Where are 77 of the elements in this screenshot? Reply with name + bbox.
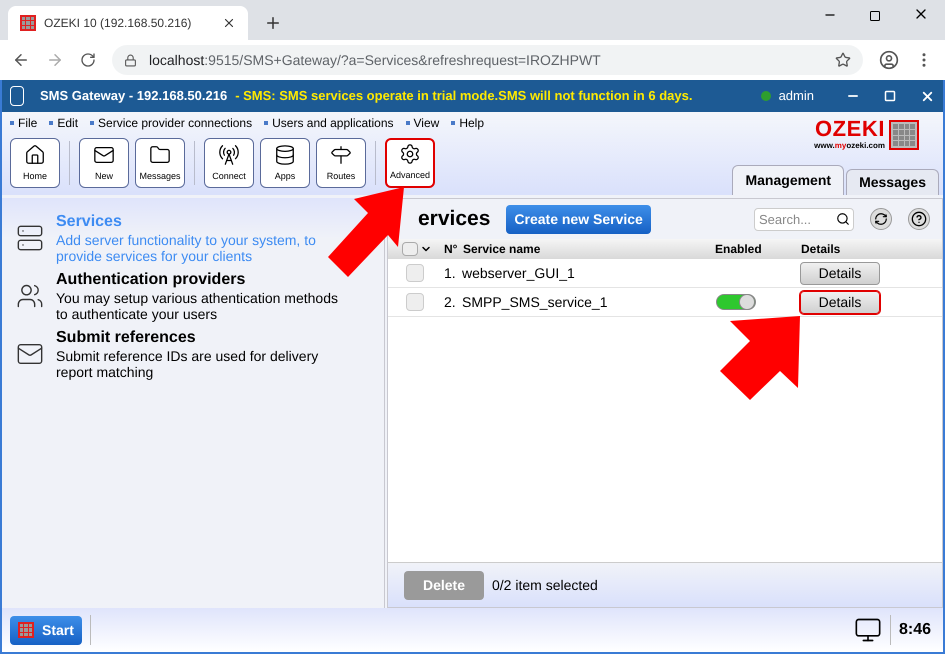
search-field[interactable]: Search... [754,208,854,230]
profile-icon[interactable] [879,50,899,70]
selection-count: 0/2 item selected [492,576,598,594]
browser-tab[interactable]: OZEKI 10 (192.168.50.216) [8,6,248,40]
row-number: 1. [444,264,457,282]
sidebar-description: You may setup various athentication methods to authenticate your users [56,290,339,322]
database-icon [274,144,296,166]
maximize-icon[interactable] [869,10,881,22]
menu-item[interactable]: Help [451,114,484,132]
service-name: SMPP_SMS_service_1 [462,292,609,312]
column-header: Details [801,241,840,258]
menu-item[interactable]: Edit [49,114,78,132]
view-tab[interactable]: Messages [846,169,939,195]
ozeki-logo-icon [20,15,36,31]
service-name: webserver_GUI_1 [462,264,576,283]
details-button[interactable]: Details [800,290,880,314]
house-icon [24,144,46,166]
app-title: SMS Gateway - 192.168.50.216 [40,87,228,106]
toolbar-button[interactable]: Routes [316,138,366,188]
column-header: Service name [463,241,542,258]
start-button[interactable]: Start [10,616,82,644]
toolbar-button[interactable]: Messages [135,138,185,188]
clock-time: 8:46 [898,620,931,640]
sidebar-description: Add server functionality to your system, to provide services for your clients [56,232,317,264]
toolbar-button[interactable]: Advanced [385,138,435,188]
phone-icon [10,86,24,106]
column-header: N° [444,241,458,258]
toolbar-button[interactable]: Connect [204,138,254,188]
reload-icon[interactable] [80,52,96,68]
service-row[interactable]: 1. webserver_GUI_1 Details [388,259,942,288]
row-checkbox[interactable] [406,264,424,282]
row-number: 2. [444,292,457,312]
gear-icon [399,142,421,164]
monitor-icon[interactable] [854,616,882,644]
menu-item[interactable]: File [10,114,38,132]
new-tab-icon[interactable] [264,14,282,32]
url-text: localhost:9515/SMS+Gateway/?a=Services&refreshrequest=IROZHPWT [149,50,601,70]
toolbar-button[interactable]: Apps [260,138,310,188]
menu-item[interactable]: View [406,114,440,132]
close-icon[interactable] [222,16,236,30]
enabled-toggle[interactable] [716,294,756,310]
website-text[interactable]: www.myozeki.com [814,140,885,152]
search-icon [836,212,850,226]
sidebar-item[interactable]: Authentication providers You may setup various athentication methods to authenticate your users [16,270,346,322]
create-service-button[interactable]: Create new Service [506,204,651,234]
ozeki-logo-text: OZEKI [815,118,885,140]
ozeki-logo-icon [18,622,34,638]
antenna-icon [218,144,240,166]
page-heading: ervices [418,206,490,232]
sidebar-title: Submit references [56,328,197,348]
menu-item[interactable]: Service provider connections [90,114,252,132]
toolbar-button[interactable]: New [79,138,129,188]
ozeki-logo-icon [889,120,919,150]
server-icon [16,224,44,252]
sidebar-title: Authentication providers [56,270,246,290]
details-button[interactable]: Details [800,262,880,284]
lock-icon [124,54,137,66]
sidebar-description: Submit reference IDs are used for delivery report matching [56,348,320,380]
address-bar[interactable]: localhost:9515/SMS+Gateway/?a=Services&refreshrequest=IROZHPWT [112,45,863,75]
sidebar-item[interactable]: Submit references Submit reference IDs are used for delivery report matching [16,328,346,380]
view-tab[interactable]: Management [732,165,844,195]
star-icon[interactable] [835,52,851,68]
menu-item[interactable]: Users and applications [264,114,394,132]
folder-icon [149,144,171,166]
users-icon [16,282,44,310]
refresh-icon[interactable] [870,208,892,230]
toolbar-button[interactable]: Home [10,138,60,188]
back-icon[interactable] [12,51,30,69]
trial-notice: - SMS: SMS services operate in trial mode.SMS will not function in 6 days. [235,87,692,106]
signpost-icon [330,144,352,166]
row-checkbox[interactable] [406,293,424,311]
select-all-checkbox[interactable] [402,242,418,256]
sidebar-title: Services [56,212,123,232]
user-name[interactable]: admin [778,86,814,106]
help-icon[interactable] [908,208,930,230]
column-header: Enabled [715,241,763,258]
service-row[interactable]: 2. SMPP_SMS_service_1 Details [388,288,942,317]
